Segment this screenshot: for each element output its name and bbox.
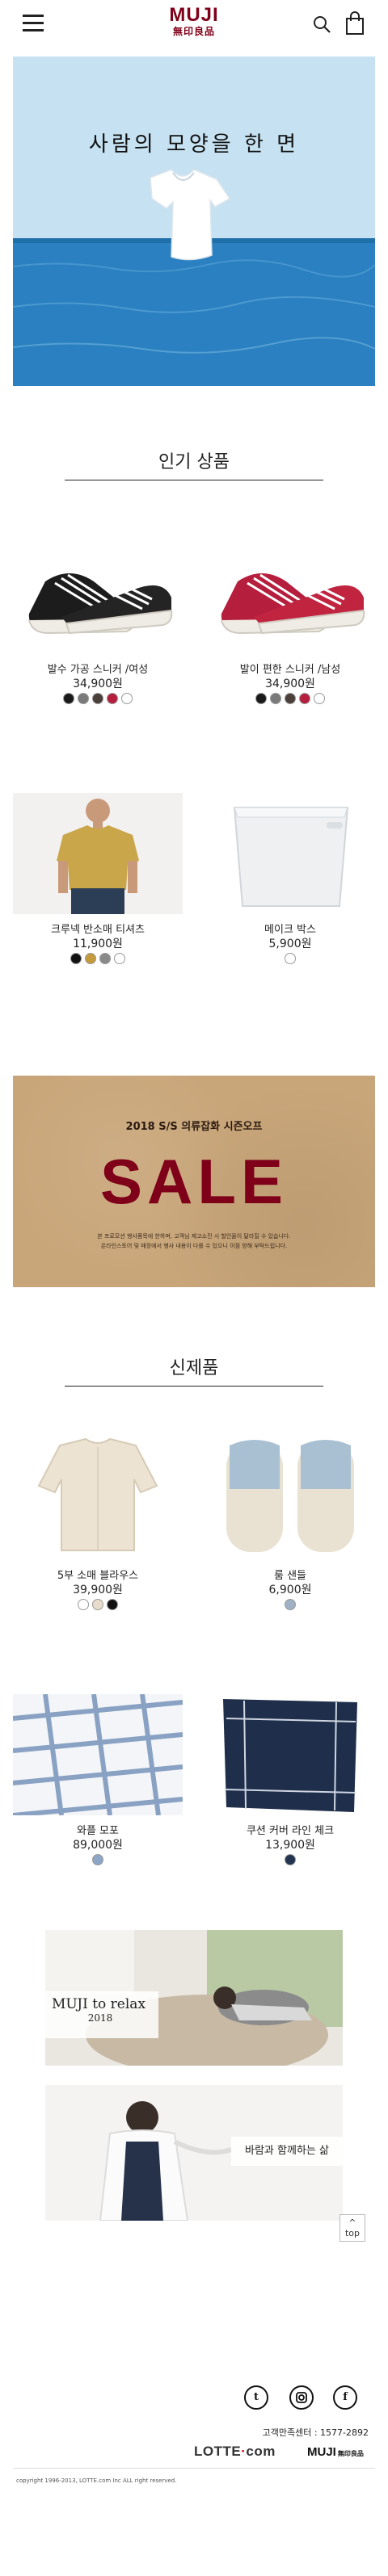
search-icon[interactable]: [312, 15, 333, 36]
sale-note: 본 프로모션 행사품목에 한하며, 고객님 제고소진 시 할인율이 달라질 수 …: [97, 1233, 291, 1240]
scroll-top-button[interactable]: ^ top: [340, 2214, 365, 2242]
sale-headline: SALE: [99, 1146, 289, 1217]
color-swatch[interactable]: [314, 693, 325, 704]
lotte-logo[interactable]: LOTTE·com: [194, 2444, 276, 2460]
scroll-top-label: top: [344, 2228, 361, 2238]
product-price: 34,900원: [265, 678, 315, 690]
color-swatches: [205, 693, 375, 704]
product-name[interactable]: 메이크 박스: [205, 921, 375, 936]
product-name[interactable]: 발이 편한 스니커 /남성: [205, 661, 375, 676]
facebook-icon[interactable]: f: [333, 2385, 357, 2410]
color-swatches: [205, 1599, 375, 1610]
color-swatches: [13, 1854, 183, 1865]
new-section-title: 신제품: [169, 1358, 219, 1378]
product-image[interactable]: [13, 1694, 183, 1815]
color-swatch[interactable]: [107, 1599, 118, 1610]
logo-text-en: MUJI: [169, 4, 219, 26]
hero-banner[interactable]: 사람의 모양을 한 면: [13, 57, 375, 386]
copyright: copyright 1996-2013, LOTTE.com Inc ALL r…: [16, 2477, 177, 2484]
color-swatches: [205, 953, 375, 964]
product-image[interactable]: [13, 1429, 183, 1559]
product-name[interactable]: 와플 모포: [13, 1822, 183, 1837]
product-name[interactable]: 발수 가공 스니커 /여성: [13, 661, 183, 676]
section-divider: [65, 1386, 323, 1387]
hero-title: 사람의 모양을 한 면: [88, 132, 300, 157]
relax-promo-banner[interactable]: MUJI to relax 2018: [45, 1930, 343, 2066]
color-swatch[interactable]: [63, 693, 74, 704]
product-name[interactable]: 5부 소매 블라우스: [13, 1567, 183, 1582]
hamburger-icon[interactable]: [23, 15, 44, 32]
relax-title: MUJI to relax: [52, 1996, 146, 2012]
product-image[interactable]: [205, 793, 375, 914]
shopping-bag-icon[interactable]: [344, 11, 365, 36]
sale-note: 온라인스토어 및 매장에서 행사 내용이 다를 수 있으니 이점 양해 부탁드립…: [100, 1243, 288, 1249]
color-swatch[interactable]: [285, 1599, 296, 1610]
relax-label: MUJI to relax 2018: [45, 1991, 158, 2038]
product-image[interactable]: [205, 1694, 375, 1815]
relax-year: 2018: [87, 2012, 113, 2024]
color-swatches: [13, 1599, 183, 1610]
footer-divider: [13, 2468, 375, 2469]
product-name[interactable]: 크루넥 반소매 티셔츠: [13, 921, 183, 936]
color-swatch[interactable]: [99, 953, 111, 964]
chevron-up-icon: ^: [348, 2217, 356, 2228]
color-swatch[interactable]: [121, 693, 133, 704]
color-swatch[interactable]: [78, 1599, 89, 1610]
color-swatch[interactable]: [107, 693, 118, 704]
lotte-logo-text-b: com: [246, 2444, 276, 2459]
product-price: 39,900원: [73, 1584, 123, 1596]
product-name[interactable]: 쿠션 커버 라인 체크: [205, 1822, 375, 1837]
product-price: 89,000원: [73, 1839, 123, 1852]
color-swatch[interactable]: [70, 953, 82, 964]
color-swatch[interactable]: [285, 953, 296, 964]
color-swatches: [13, 953, 183, 964]
product-image[interactable]: [205, 1429, 375, 1559]
product-image[interactable]: [13, 793, 183, 914]
color-swatch[interactable]: [285, 693, 296, 704]
product-price: 13,900원: [265, 1839, 315, 1852]
product-price: 34,900원: [73, 678, 123, 690]
product-price: 5,900원: [268, 938, 312, 950]
color-swatches: [205, 1854, 375, 1865]
muji-footer-logo-kr: 無印良品: [337, 2450, 364, 2457]
color-swatch[interactable]: [299, 693, 310, 704]
color-swatch[interactable]: [78, 693, 89, 704]
twitter-icon[interactable]: t: [244, 2385, 268, 2410]
sale-banner[interactable]: 2018 S/S 의류잡화 시즌오프 SALE 본 프로모션 행사품목에 한하며…: [13, 1076, 375, 1287]
muji-footer-logo[interactable]: MUJI 無印良品: [307, 2444, 364, 2459]
product-image[interactable]: [205, 533, 375, 654]
product-image[interactable]: [13, 533, 183, 654]
sale-subtitle: 2018 S/S 의류잡화 시즌오프: [125, 1121, 263, 1133]
product-price: 6,900원: [268, 1584, 312, 1596]
color-swatches: [13, 693, 183, 704]
hero-image: [13, 57, 375, 386]
color-swatch[interactable]: [270, 693, 281, 704]
site-header: MUJI 無印良品: [0, 0, 388, 50]
muji-logo[interactable]: MUJI 無印良品: [154, 4, 234, 38]
breeze-promo-banner[interactable]: 바람과 함께하는 삶: [45, 2085, 343, 2221]
muji-footer-logo-en: MUJI: [307, 2445, 336, 2459]
color-swatch[interactable]: [285, 1854, 296, 1865]
product-name[interactable]: 룸 샌들: [205, 1567, 375, 1582]
lotte-logo-text-a: LOTTE: [194, 2444, 242, 2459]
instagram-icon[interactable]: [289, 2385, 314, 2410]
product-price: 11,900원: [73, 938, 123, 950]
color-swatch[interactable]: [92, 1854, 103, 1865]
breeze-label: 바람과 함께하는 삶: [231, 2137, 343, 2166]
color-swatch[interactable]: [114, 953, 125, 964]
popular-section-title: 인기 상품: [158, 452, 230, 472]
color-swatch[interactable]: [92, 693, 103, 704]
color-swatch[interactable]: [255, 693, 267, 704]
color-swatch[interactable]: [92, 1599, 103, 1610]
logo-text-kr: 無印良品: [172, 26, 215, 37]
color-swatch[interactable]: [85, 953, 96, 964]
customer-center: 고객만족센터 : 1577-2892: [262, 2427, 369, 2438]
